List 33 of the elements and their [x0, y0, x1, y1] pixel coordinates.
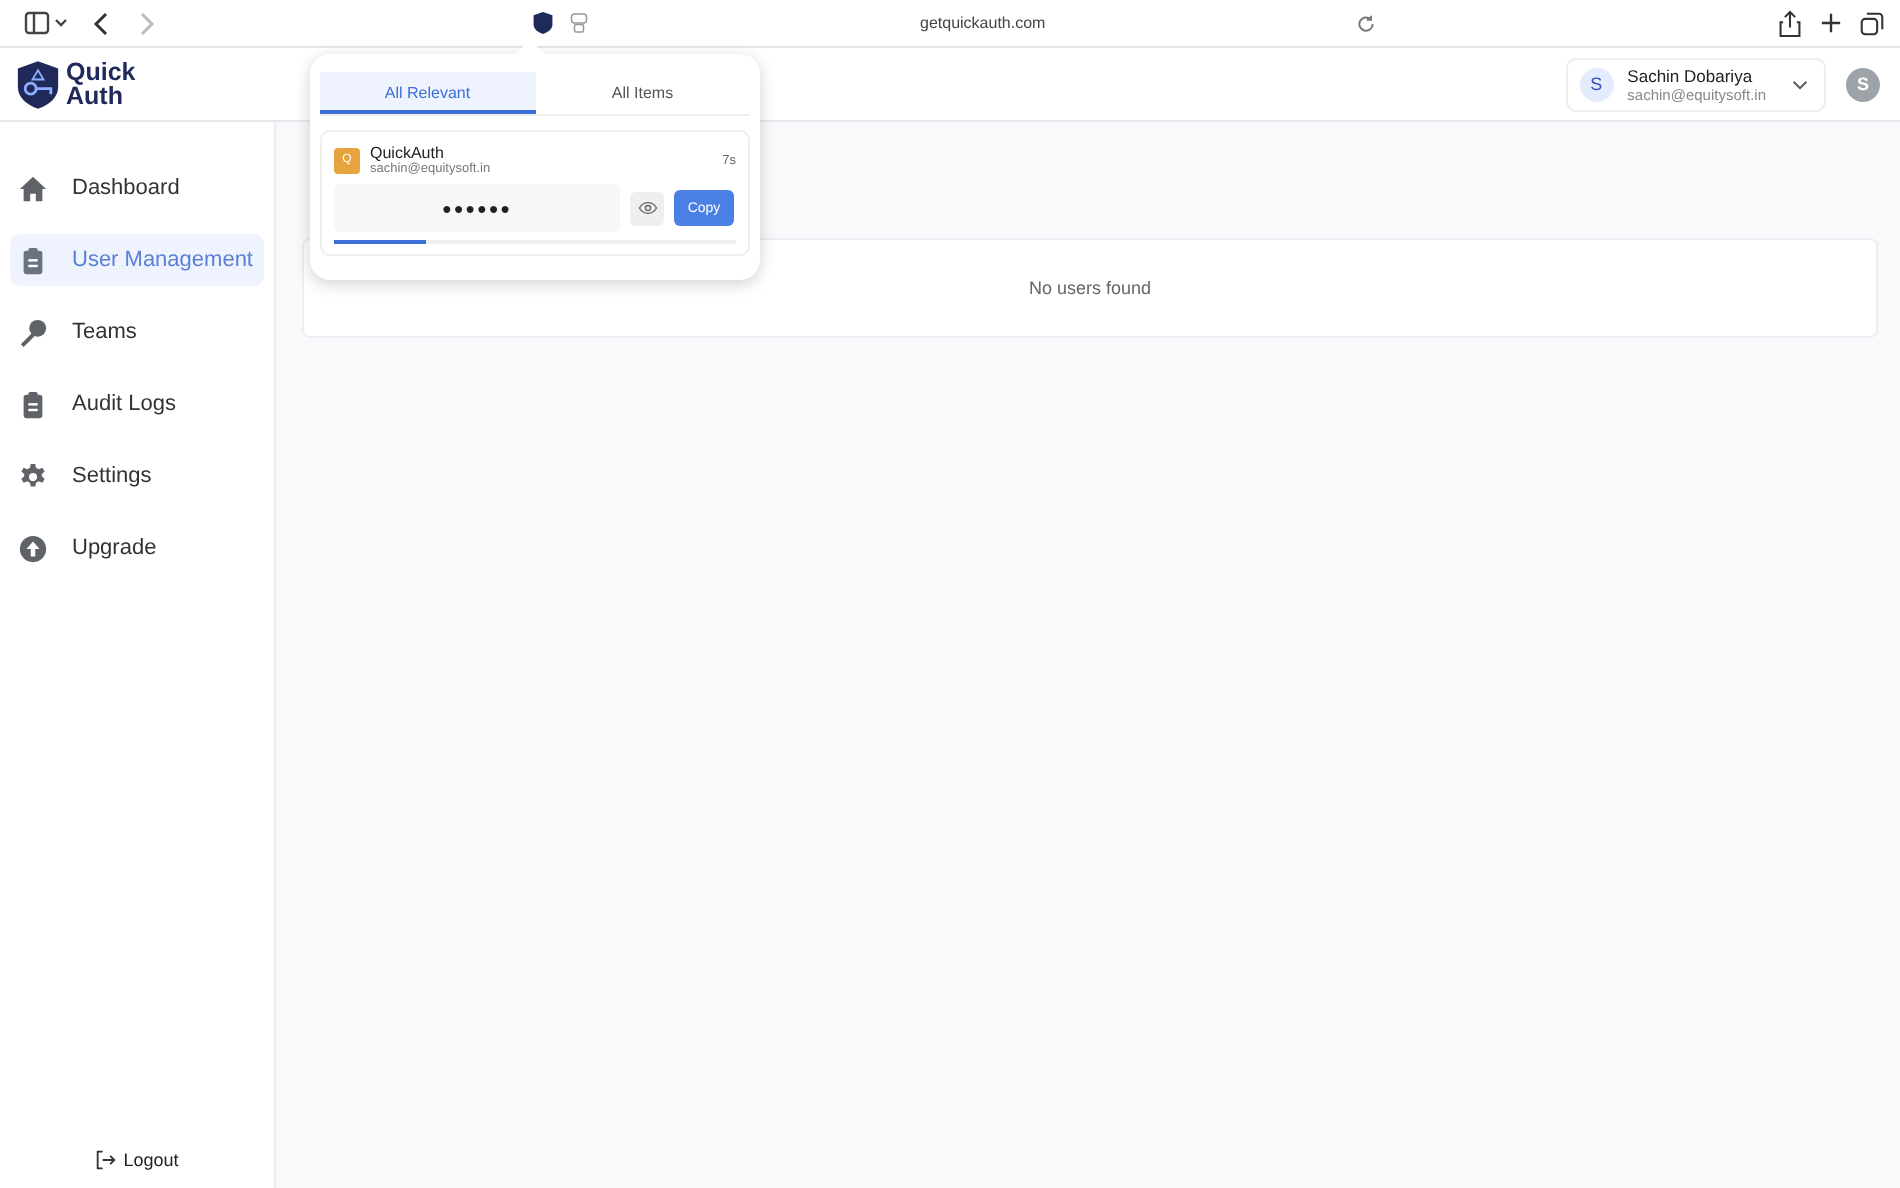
clipboard-icon [18, 245, 48, 275]
tabs-overview-icon[interactable] [1860, 11, 1884, 35]
tab[interactable]: All Items [535, 72, 750, 114]
eye-icon [637, 200, 657, 216]
home-icon [18, 173, 48, 203]
reload-icon[interactable] [1356, 13, 1376, 33]
settings-icon [18, 461, 48, 491]
shield-key-icon [16, 57, 60, 111]
user-name: Sachin Dobariya [1627, 65, 1755, 85]
sidebar-item[interactable]: Teams [10, 306, 264, 358]
upload-circle-icon [18, 533, 48, 563]
show-button[interactable] [630, 191, 664, 225]
account-name: QuickAuth [370, 144, 446, 162]
empty-message: No users found [1028, 278, 1152, 298]
sidebar-item[interactable]: Audit Logs [10, 378, 264, 430]
chevron-down-icon [1792, 79, 1808, 89]
address-bar[interactable]: getquickauth.com [604, 13, 1384, 33]
user-initial: S [1579, 67, 1614, 101]
sidebar-item[interactable]: Dashboard [10, 162, 264, 214]
clipboard-icon [18, 389, 48, 419]
back-icon[interactable] [92, 9, 112, 37]
logo-text: Quick Auth [66, 60, 136, 108]
new-tab-icon[interactable] [1820, 12, 1842, 34]
tab[interactable]: All Relevant [320, 72, 535, 114]
extension-icon[interactable] [570, 12, 588, 34]
sidebar-item[interactable]: Settings [10, 450, 264, 502]
logout-button[interactable]: Logout [95, 1150, 179, 1170]
sidebar-item[interactable]: Upgrade [10, 522, 264, 574]
code-field: ●●●●●● [334, 184, 620, 232]
key-icon [18, 317, 48, 347]
share-icon[interactable] [1778, 9, 1802, 37]
shield-icon[interactable] [532, 10, 554, 36]
logout-icon [95, 1150, 116, 1170]
